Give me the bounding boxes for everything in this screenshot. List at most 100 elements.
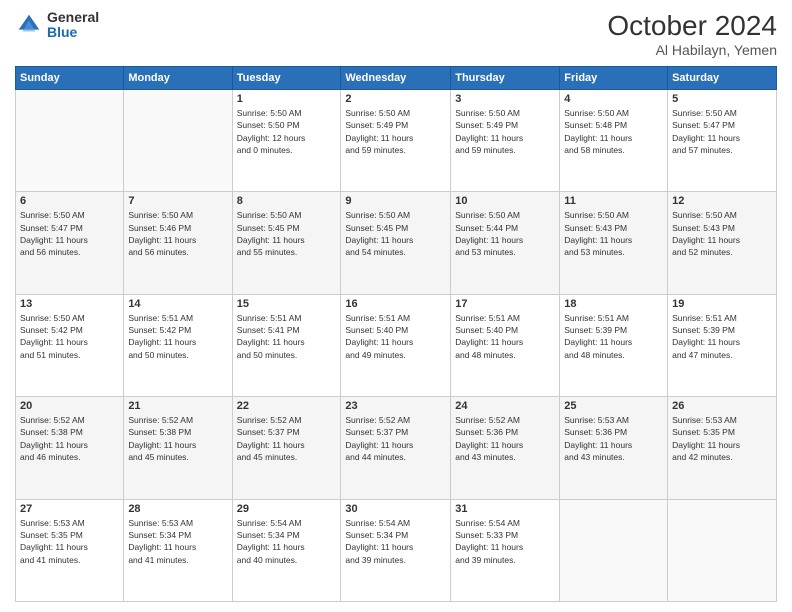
day-number: 14 xyxy=(128,298,227,310)
day-number: 31 xyxy=(455,503,555,515)
calendar-cell: 1 Sunrise: 5:50 AM Sunset: 5:50 PM Daylig… xyxy=(232,90,341,192)
logo-text: General Blue xyxy=(47,10,99,41)
page: General Blue October 2024 Al Habilayn, Y… xyxy=(0,0,792,612)
day-number: 6 xyxy=(20,195,119,207)
calendar-body: 1 Sunrise: 5:50 AM Sunset: 5:50 PM Daylig… xyxy=(16,90,777,602)
day-info: Sunrise: 5:54 AM Sunset: 5:33 PM Dayligh… xyxy=(455,517,555,566)
day-number: 28 xyxy=(128,503,227,515)
day-number: 8 xyxy=(237,195,337,207)
logo-blue: Blue xyxy=(47,25,99,40)
calendar-cell: 14 Sunrise: 5:51 AM Sunset: 5:42 PM Dayli… xyxy=(124,294,232,396)
day-info: Sunrise: 5:51 AM Sunset: 5:41 PM Dayligh… xyxy=(237,312,337,361)
calendar-cell: 23 Sunrise: 5:52 AM Sunset: 5:37 PM Dayli… xyxy=(341,397,451,499)
calendar-week-row: 13Sunrise: 5:50 AM Sunset: 5:42 PM Dayli… xyxy=(16,294,777,396)
day-info: Sunrise: 5:50 AM Sunset: 5:43 PM Dayligh… xyxy=(672,209,772,258)
calendar-cell: 22 Sunrise: 5:52 AM Sunset: 5:37 PM Dayli… xyxy=(232,397,341,499)
location: Al Habilayn, Yemen xyxy=(607,42,777,58)
calendar-cell: 27Sunrise: 5:53 AM Sunset: 5:35 PM Dayli… xyxy=(16,499,124,601)
calendar-week-row: 20 Sunrise: 5:52 AM Sunset: 5:38 PM Dayli… xyxy=(16,397,777,499)
calendar-cell: 16Sunrise: 5:51 AM Sunset: 5:40 PM Dayli… xyxy=(341,294,451,396)
weekday-header-cell: Tuesday xyxy=(232,67,341,90)
calendar-cell xyxy=(560,499,668,601)
day-info: Sunrise: 5:52 AM Sunset: 5:38 PM Dayligh… xyxy=(128,414,227,463)
day-info: Sunrise: 5:52 AM Sunset: 5:37 PM Dayligh… xyxy=(237,414,337,463)
day-number: 10 xyxy=(455,195,555,207)
calendar-cell: 2 Sunrise: 5:50 AM Sunset: 5:49 PM Daylig… xyxy=(341,90,451,192)
day-info: Sunrise: 5:50 AM Sunset: 5:45 PM Dayligh… xyxy=(237,209,337,258)
day-info: Sunrise: 5:50 AM Sunset: 5:49 PM Dayligh… xyxy=(455,107,555,156)
calendar-cell: 8 Sunrise: 5:50 AM Sunset: 5:45 PM Daylig… xyxy=(232,192,341,294)
calendar-cell: 31 Sunrise: 5:54 AM Sunset: 5:33 PM Dayli… xyxy=(451,499,560,601)
day-number: 19 xyxy=(672,298,772,310)
calendar-cell: 17Sunrise: 5:51 AM Sunset: 5:40 PM Dayli… xyxy=(451,294,560,396)
calendar-table: SundayMondayTuesdayWednesdayThursdayFrid… xyxy=(15,66,777,602)
day-number: 24 xyxy=(455,400,555,412)
day-number: 22 xyxy=(237,400,337,412)
calendar-cell xyxy=(16,90,124,192)
day-info: Sunrise: 5:53 AM Sunset: 5:35 PM Dayligh… xyxy=(672,414,772,463)
day-info: Sunrise: 5:50 AM Sunset: 5:42 PM Dayligh… xyxy=(20,312,119,361)
day-info: Sunrise: 5:51 AM Sunset: 5:42 PM Dayligh… xyxy=(128,312,227,361)
day-number: 3 xyxy=(455,93,555,105)
day-number: 20 xyxy=(20,400,119,412)
day-number: 12 xyxy=(672,195,772,207)
weekday-header-cell: Thursday xyxy=(451,67,560,90)
calendar-cell: 13Sunrise: 5:50 AM Sunset: 5:42 PM Dayli… xyxy=(16,294,124,396)
day-info: Sunrise: 5:53 AM Sunset: 5:35 PM Dayligh… xyxy=(20,517,119,566)
day-number: 2 xyxy=(345,93,446,105)
day-info: Sunrise: 5:50 AM Sunset: 5:48 PM Dayligh… xyxy=(564,107,663,156)
day-info: Sunrise: 5:50 AM Sunset: 5:49 PM Dayligh… xyxy=(345,107,446,156)
day-info: Sunrise: 5:51 AM Sunset: 5:39 PM Dayligh… xyxy=(564,312,663,361)
day-info: Sunrise: 5:50 AM Sunset: 5:50 PM Dayligh… xyxy=(237,107,337,156)
weekday-header-cell: Friday xyxy=(560,67,668,90)
calendar-cell: 9 Sunrise: 5:50 AM Sunset: 5:45 PM Daylig… xyxy=(341,192,451,294)
day-number: 9 xyxy=(345,195,446,207)
day-number: 5 xyxy=(672,93,772,105)
calendar-cell: 21Sunrise: 5:52 AM Sunset: 5:38 PM Dayli… xyxy=(124,397,232,499)
calendar-week-row: 27Sunrise: 5:53 AM Sunset: 5:35 PM Dayli… xyxy=(16,499,777,601)
calendar-cell: 11Sunrise: 5:50 AM Sunset: 5:43 PM Dayli… xyxy=(560,192,668,294)
day-info: Sunrise: 5:51 AM Sunset: 5:39 PM Dayligh… xyxy=(672,312,772,361)
day-number: 4 xyxy=(564,93,663,105)
calendar-cell: 4 Sunrise: 5:50 AM Sunset: 5:48 PM Daylig… xyxy=(560,90,668,192)
calendar-cell: 6Sunrise: 5:50 AM Sunset: 5:47 PM Daylig… xyxy=(16,192,124,294)
day-number: 17 xyxy=(455,298,555,310)
weekday-header-cell: Wednesday xyxy=(341,67,451,90)
day-info: Sunrise: 5:50 AM Sunset: 5:44 PM Dayligh… xyxy=(455,209,555,258)
day-number: 15 xyxy=(237,298,337,310)
logo: General Blue xyxy=(15,10,99,41)
day-number: 26 xyxy=(672,400,772,412)
day-info: Sunrise: 5:52 AM Sunset: 5:36 PM Dayligh… xyxy=(455,414,555,463)
day-info: Sunrise: 5:54 AM Sunset: 5:34 PM Dayligh… xyxy=(345,517,446,566)
calendar-cell: 12 Sunrise: 5:50 AM Sunset: 5:43 PM Dayli… xyxy=(668,192,777,294)
day-info: Sunrise: 5:53 AM Sunset: 5:36 PM Dayligh… xyxy=(564,414,663,463)
calendar-week-row: 1 Sunrise: 5:50 AM Sunset: 5:50 PM Daylig… xyxy=(16,90,777,192)
calendar-cell xyxy=(668,499,777,601)
calendar-cell: 3 Sunrise: 5:50 AM Sunset: 5:49 PM Daylig… xyxy=(451,90,560,192)
calendar-cell: 5 Sunrise: 5:50 AM Sunset: 5:47 PM Daylig… xyxy=(668,90,777,192)
header: General Blue October 2024 Al Habilayn, Y… xyxy=(15,10,777,58)
weekday-header-cell: Saturday xyxy=(668,67,777,90)
month-title: October 2024 xyxy=(607,10,777,42)
day-number: 23 xyxy=(345,400,446,412)
weekday-header: SundayMondayTuesdayWednesdayThursdayFrid… xyxy=(16,67,777,90)
calendar-week-row: 6Sunrise: 5:50 AM Sunset: 5:47 PM Daylig… xyxy=(16,192,777,294)
day-info: Sunrise: 5:52 AM Sunset: 5:37 PM Dayligh… xyxy=(345,414,446,463)
calendar-cell: 20Sunrise: 5:52 AM Sunset: 5:38 PM Dayli… xyxy=(16,397,124,499)
day-number: 30 xyxy=(345,503,446,515)
weekday-header-cell: Sunday xyxy=(16,67,124,90)
day-info: Sunrise: 5:54 AM Sunset: 5:34 PM Dayligh… xyxy=(237,517,337,566)
calendar-cell: 10 Sunrise: 5:50 AM Sunset: 5:44 PM Dayli… xyxy=(451,192,560,294)
day-info: Sunrise: 5:50 AM Sunset: 5:47 PM Dayligh… xyxy=(672,107,772,156)
day-number: 1 xyxy=(237,93,337,105)
day-number: 7 xyxy=(128,195,227,207)
day-info: Sunrise: 5:51 AM Sunset: 5:40 PM Dayligh… xyxy=(345,312,446,361)
calendar-cell: 29 Sunrise: 5:54 AM Sunset: 5:34 PM Dayli… xyxy=(232,499,341,601)
calendar-cell: 28 Sunrise: 5:53 AM Sunset: 5:34 PM Dayli… xyxy=(124,499,232,601)
weekday-header-cell: Monday xyxy=(124,67,232,90)
calendar-cell: 7Sunrise: 5:50 AM Sunset: 5:46 PM Daylig… xyxy=(124,192,232,294)
calendar-cell: 26 Sunrise: 5:53 AM Sunset: 5:35 PM Dayli… xyxy=(668,397,777,499)
day-info: Sunrise: 5:53 AM Sunset: 5:34 PM Dayligh… xyxy=(128,517,227,566)
day-number: 29 xyxy=(237,503,337,515)
day-info: Sunrise: 5:50 AM Sunset: 5:45 PM Dayligh… xyxy=(345,209,446,258)
